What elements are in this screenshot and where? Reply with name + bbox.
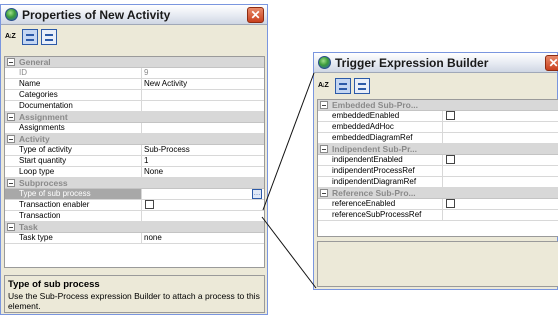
connector-line-top [262, 72, 315, 211]
connector-line-bottom [261, 216, 317, 289]
connector-lines [261, 72, 317, 289]
